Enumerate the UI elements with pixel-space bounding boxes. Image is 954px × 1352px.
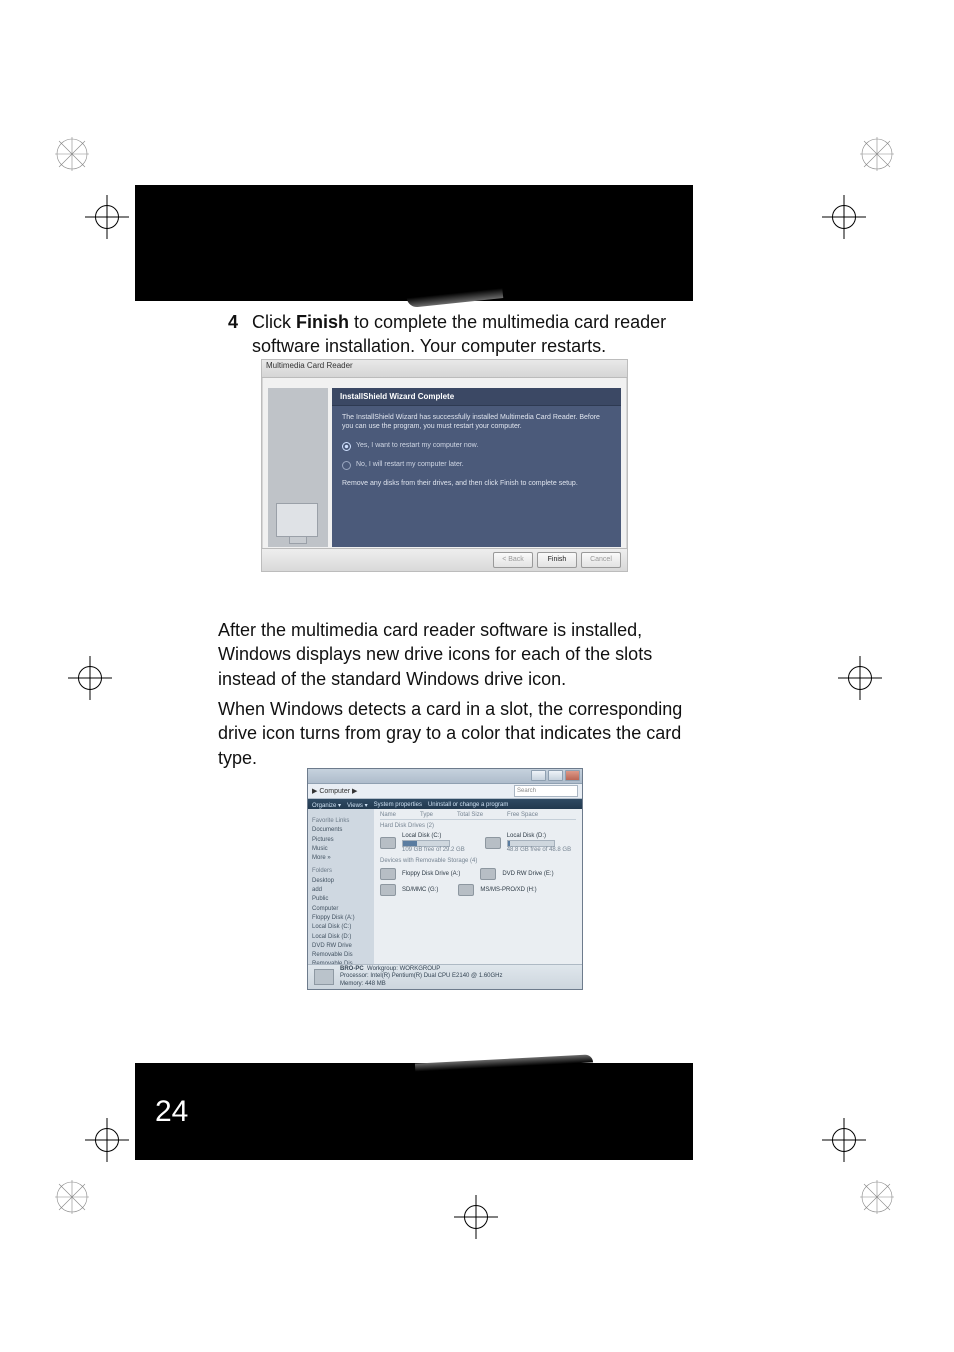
reg-mark-crosshair-icon (822, 195, 866, 239)
explorer-address-bar[interactable]: ▶ Computer ▶ Search (308, 784, 582, 799)
reg-mark-crosshair-icon (85, 1118, 129, 1162)
reg-mark-crosshair-icon (838, 656, 882, 700)
wizard-footer: < Back Finish Cancel (262, 548, 627, 571)
drive-item[interactable]: Local Disk (C:) 109 GB free of 29.2 GB (380, 833, 465, 853)
drive-item[interactable]: DVD RW Drive (E:) (480, 868, 553, 880)
floppy-icon (380, 868, 396, 880)
sidebar-item[interactable]: Local Disk (D:) (312, 933, 376, 942)
explorer-status-bar: BRO-PC Workgroup: WORKGROUP Processor: I… (308, 964, 582, 989)
reg-mark-crosshair-icon (822, 1118, 866, 1162)
page-number: 24 (155, 1095, 188, 1129)
sidebar-item[interactable]: DVD RW Drive (312, 942, 376, 951)
explorer-content: Name Type Total Size Free Space Hard Dis… (374, 809, 582, 965)
close-icon[interactable] (565, 770, 580, 781)
wizard-titlebar: Multimedia Card Reader (262, 360, 627, 378)
explorer-screenshot: ▶ Computer ▶ Search Organize ▾ Views ▾ S… (307, 768, 583, 990)
wizard-screenshot: Multimedia Card Reader InstallShield Wiz… (261, 359, 628, 572)
step-number: 4 (220, 310, 238, 359)
column-headers: Name Type Total Size Free Space (380, 811, 576, 820)
header-band (135, 185, 693, 301)
radio-icon (342, 461, 351, 470)
search-input[interactable]: Search (514, 785, 578, 797)
sidebar-item[interactable]: Computer (312, 905, 376, 914)
card-icon (380, 884, 396, 896)
wizard-restart-yes[interactable]: Yes, I want to restart my computer now. (342, 442, 611, 451)
toolbar-item[interactable]: Organize ▾ (312, 802, 341, 809)
reg-mark-star-icon (860, 1180, 894, 1214)
toolbar-item[interactable]: Views ▾ (347, 802, 368, 809)
sidebar-item[interactable]: More » (312, 854, 376, 863)
sidebar-item[interactable]: Pictures (312, 836, 376, 845)
wizard-restart-no[interactable]: No, I will restart my computer later. (342, 461, 611, 470)
minimize-icon[interactable] (531, 770, 546, 781)
radio-icon (342, 442, 351, 451)
toolbar-item[interactable]: Uninstall or change a program (428, 802, 508, 808)
finish-button[interactable]: Finish (537, 552, 577, 568)
step-4: 4 Click Finish to complete the multimedi… (220, 310, 690, 359)
wizard-heading: InstallShield Wizard Complete (332, 388, 621, 406)
monitor-icon (276, 503, 318, 537)
toolbar-item[interactable]: System properties (374, 802, 422, 808)
breadcrumb[interactable]: ▶ Computer ▶ (312, 787, 357, 795)
paragraph-after-wizard: After the multimedia card reader softwar… (218, 618, 698, 691)
sidebar-item[interactable]: Floppy Disk (A:) (312, 914, 376, 923)
reg-mark-star-icon (860, 137, 894, 171)
explorer-sidebar: Favorite Links Documents Pictures Music … (308, 809, 381, 965)
back-button[interactable]: < Back (493, 552, 533, 568)
section-removable: Devices with Removable Storage (4) (380, 858, 576, 864)
sidebar-header: Folders (312, 867, 376, 876)
cancel-button[interactable]: Cancel (581, 552, 621, 568)
reg-mark-crosshair-icon (85, 195, 129, 239)
wizard-note: Remove any disks from their drives, and … (342, 480, 611, 489)
section-hdd: Hard Disk Drives (2) (380, 823, 576, 829)
computer-icon (314, 969, 334, 985)
sidebar-item[interactable]: Documents (312, 826, 376, 835)
drive-item[interactable]: Floppy Disk Drive (A:) (380, 868, 460, 880)
paragraph-detect-card: When Windows detects a card in a slot, t… (218, 697, 698, 770)
dvd-icon (480, 868, 496, 880)
step-text: Click Finish to complete the multimedia … (252, 310, 690, 359)
wizard-stage: InstallShield Wizard Complete The Instal… (332, 388, 621, 547)
wizard-sidebar (268, 388, 328, 547)
reg-mark-star-icon (55, 1180, 89, 1214)
reg-mark-star-icon (55, 137, 89, 171)
sidebar-item[interactable]: Removable Dis (312, 951, 376, 960)
drive-item[interactable]: Local Disk (D:) 48.8 GB free of 48.8 GB (485, 833, 571, 853)
card-icon (458, 884, 474, 896)
drive-item[interactable]: MS/MS-PRO/XD (H:) (458, 884, 536, 896)
drive-icon (485, 837, 501, 849)
reg-mark-crosshair-icon (454, 1195, 498, 1239)
sidebar-item[interactable]: Local Disk (C:) (312, 923, 376, 932)
sidebar-item[interactable]: Music (312, 845, 376, 854)
wizard-description: The InstallShield Wizard has successfull… (342, 414, 611, 432)
sidebar-item[interactable]: add (312, 886, 376, 895)
drive-item[interactable]: SD/MMC (G:) (380, 884, 438, 896)
sidebar-header: Favorite Links (312, 817, 376, 826)
drive-icon (380, 837, 396, 849)
reg-mark-crosshair-icon (68, 656, 112, 700)
sidebar-item[interactable]: Public (312, 895, 376, 904)
sidebar-item[interactable]: Desktop (312, 877, 376, 886)
footer-band (135, 1063, 693, 1160)
explorer-titlebar (308, 769, 582, 784)
maximize-icon[interactable] (548, 770, 563, 781)
